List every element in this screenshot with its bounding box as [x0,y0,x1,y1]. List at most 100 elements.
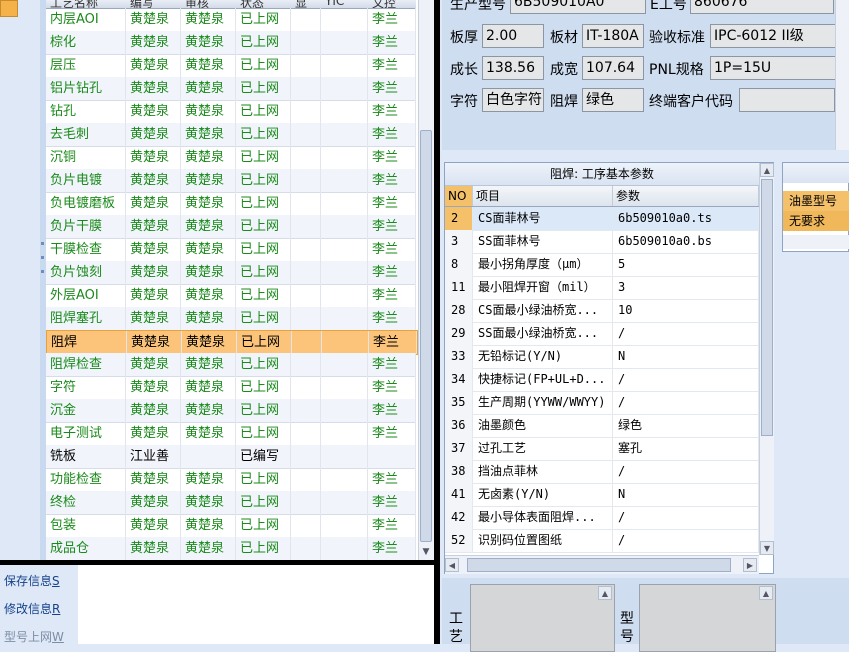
scroll-left-arrow-icon[interactable]: ◀ [445,558,459,572]
scroll-right-arrow-icon[interactable]: ▶ [743,558,757,572]
length-field[interactable]: 138.56 [482,56,544,80]
process-row[interactable]: 终检 黄楚泉 黄楚泉 已上网 李兰 [46,491,416,515]
process-row[interactable]: 阻焊检查 黄楚泉 黄楚泉 已上网 李兰 [46,353,416,377]
process-row[interactable]: 沉金 黄楚泉 黄楚泉 已上网 李兰 [46,399,416,423]
process-cell: 负片电镀 [46,169,126,192]
scroll-down-arrow-icon[interactable]: ▼ [418,544,434,560]
process-table-scroll-thumb[interactable] [420,130,432,542]
process-cell: 阻焊 [47,331,127,354]
process-row[interactable]: 层压 黄楚泉 黄楚泉 已上网 李兰 [46,54,416,78]
param-cell-value: / [613,506,759,529]
process-row[interactable]: 铣板 江业善 已编写 [46,445,416,469]
process-cell: 黄楚泉 [126,54,181,77]
standard-label: 验收标准 [649,30,705,46]
thickness-field[interactable]: 2.00 [482,24,544,48]
param-row[interactable]: 41 无卤素(Y/N) N [445,483,759,507]
ink-h-scrollbar[interactable] [783,235,849,249]
ink-model-column-header[interactable]: 油墨型号 [783,191,849,211]
process-row[interactable]: 沉铜 黄楚泉 黄楚泉 已上网 李兰 [46,146,416,170]
param-row[interactable]: 2 CS面菲林号 6b509010a0.ts [445,207,759,231]
process-cell: 黄楚泉 [181,491,236,514]
process-row[interactable]: 功能检查 黄楚泉 黄楚泉 已上网 李兰 [46,468,416,492]
param-row[interactable]: 8 最小拐角厚度（μm） 5 [445,253,759,277]
ink-panel: 油墨型号 无要求 [782,162,849,252]
params-h-scroll-thumb[interactable] [467,558,731,572]
param-row[interactable]: 34 快捷标记(FP+UL+D... / [445,368,759,392]
param-row[interactable]: 36 油墨颜色 绿色 [445,414,759,438]
process-cell: 已上网 [236,169,291,192]
param-row[interactable]: 11 最小阻焊开窗（mil） 3 [445,276,759,300]
pnl-field[interactable]: 1P=15U [710,56,836,80]
char-field[interactable]: 白色字符 [482,88,544,112]
param-row[interactable]: 33 无铅标记(Y/N) N [445,345,759,369]
param-row[interactable]: 37 过孔工艺 塞孔 [445,437,759,461]
param-row[interactable]: 52 识别码位置图纸 / [445,529,759,553]
process-cell [321,146,368,169]
col-item-header[interactable]: 项目 [473,186,613,206]
scroll-up-arrow-icon[interactable]: ▲ [598,586,612,600]
customer-code-field[interactable] [739,88,835,112]
process-cell: 负片干膜 [46,215,126,238]
process-row[interactable]: 字符 黄楚泉 黄楚泉 已上网 李兰 [46,376,416,400]
col-value-header[interactable]: 参数 [613,186,759,206]
param-row[interactable]: 42 最小导体表面阻焊... / [445,506,759,530]
param-row[interactable]: 38 挡油点菲林 / [445,460,759,484]
width-field[interactable]: 107.64 [582,56,644,80]
mask-field[interactable]: 绿色 [582,88,644,112]
process-row[interactable]: 内层AOI 黄楚泉 黄楚泉 已上网 李兰 [46,8,416,32]
model-text-area[interactable] [639,584,776,652]
process-row[interactable]: 负片电镀 黄楚泉 黄楚泉 已上网 李兰 [46,169,416,193]
process-row[interactable]: 负电镀磨板 黄楚泉 黄楚泉 已上网 李兰 [46,192,416,216]
process-row[interactable]: 负片干膜 黄楚泉 黄楚泉 已上网 李兰 [46,215,416,239]
param-row[interactable]: 3 SS面菲林号 6b509010a0.bs [445,230,759,254]
process-cell [321,123,368,146]
process-cell: 李兰 [369,331,417,354]
process-row[interactable]: 电子测试 黄楚泉 黄楚泉 已上网 李兰 [46,422,416,446]
model-label: 生产型号 [450,0,506,13]
process-col-header[interactable]: YIC [321,0,372,8]
process-cell: 铣板 [46,445,126,468]
modify-info-button[interactable]: 修改信息R [4,599,60,619]
process-row[interactable]: 阻焊塞孔 黄楚泉 黄楚泉 已上网 李兰 [46,307,416,331]
params-header: NO 项目 参数 [445,186,759,207]
material-field[interactable]: IT-180A [582,24,644,48]
save-info-button[interactable]: 保存信息S [4,571,60,591]
param-cell-no: 3 [445,230,473,253]
scroll-down-arrow-icon[interactable]: ▼ [760,541,774,555]
eng-no-field[interactable]: 860676 [690,0,834,14]
process-row[interactable]: 干膜检查 黄楚泉 黄楚泉 已上网 李兰 [46,238,416,262]
process-cell: 铝片钻孔 [46,77,126,100]
process-cell: 成品仓 [46,537,126,560]
model-field[interactable]: 6B509010A0 [510,0,646,14]
col-no-header[interactable]: NO [445,186,473,206]
process-row[interactable]: 包装 黄楚泉 黄楚泉 已上网 李兰 [46,514,416,538]
param-cell-value: 10 [613,299,759,322]
vertical-divider [434,0,440,644]
process-text-area[interactable] [470,584,615,652]
process-row[interactable]: 棕化 黄楚泉 黄楚泉 已上网 李兰 [46,31,416,55]
process-cell [321,238,368,261]
process-row[interactable]: 阻焊 黄楚泉 黄楚泉 已上网 李兰 [46,330,418,355]
standard-field[interactable]: IPC-6012 II级 [710,24,836,48]
left-nav-selected-item[interactable] [0,0,18,17]
process-row[interactable]: 成品仓 黄楚泉 黄楚泉 已上网 李兰 [46,537,416,560]
process-cell: 沉铜 [46,146,126,169]
process-row[interactable]: 钻孔 黄楚泉 黄楚泉 已上网 李兰 [46,100,416,124]
scroll-up-arrow-icon[interactable]: ▲ [760,163,774,177]
param-row[interactable]: 28 CS面最小绿油桥宽... 10 [445,299,759,323]
splitter-grip-icon [41,270,44,273]
ink-model-cell[interactable]: 无要求 [783,211,849,231]
info-scrollbar[interactable] [835,0,849,150]
param-cell-value: 6b509010a0.ts [613,207,759,230]
process-row[interactable]: 负片蚀刻 黄楚泉 黄楚泉 已上网 李兰 [46,261,416,285]
process-row[interactable]: 去毛刺 黄楚泉 黄楚泉 已上网 李兰 [46,123,416,147]
scroll-up-arrow-icon[interactable]: ▲ [759,586,773,600]
param-cell-no: 35 [445,391,473,414]
model-online-button[interactable]: 型号上网W [4,627,64,647]
process-cell: 黄楚泉 [126,31,181,54]
params-scroll-thumb[interactable] [761,179,773,436]
param-row[interactable]: 29 SS面最小绿油桥宽... / [445,322,759,346]
param-row[interactable]: 35 生产周期(YYWW/WWYY) / [445,391,759,415]
process-row[interactable]: 外层AOI 黄楚泉 黄楚泉 已上网 李兰 [46,284,416,308]
process-row[interactable]: 铝片钻孔 黄楚泉 黄楚泉 已上网 李兰 [46,77,416,101]
